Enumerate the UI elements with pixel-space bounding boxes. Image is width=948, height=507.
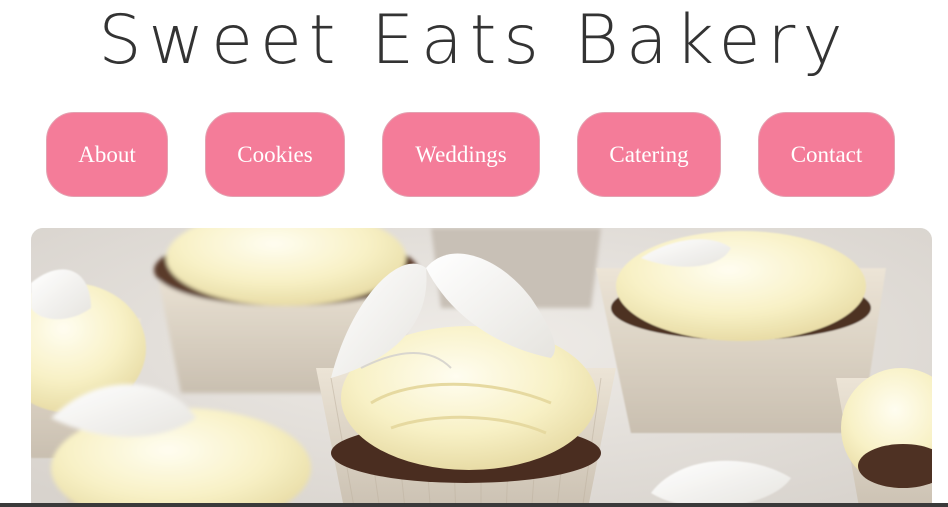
nav-weddings-button[interactable]: Weddings — [382, 112, 540, 197]
nav-about-button[interactable]: About — [46, 112, 168, 197]
nav-cookies-button[interactable]: Cookies — [205, 112, 345, 197]
bottom-edge-bar — [0, 503, 948, 507]
hero-cupcakes-image — [31, 228, 932, 507]
nav-contact-button[interactable]: Contact — [758, 112, 895, 197]
cupcakes-illustration — [31, 228, 932, 507]
nav-catering-button[interactable]: Catering — [577, 112, 721, 197]
site-title: Sweet Eats Bakery — [98, 1, 850, 80]
